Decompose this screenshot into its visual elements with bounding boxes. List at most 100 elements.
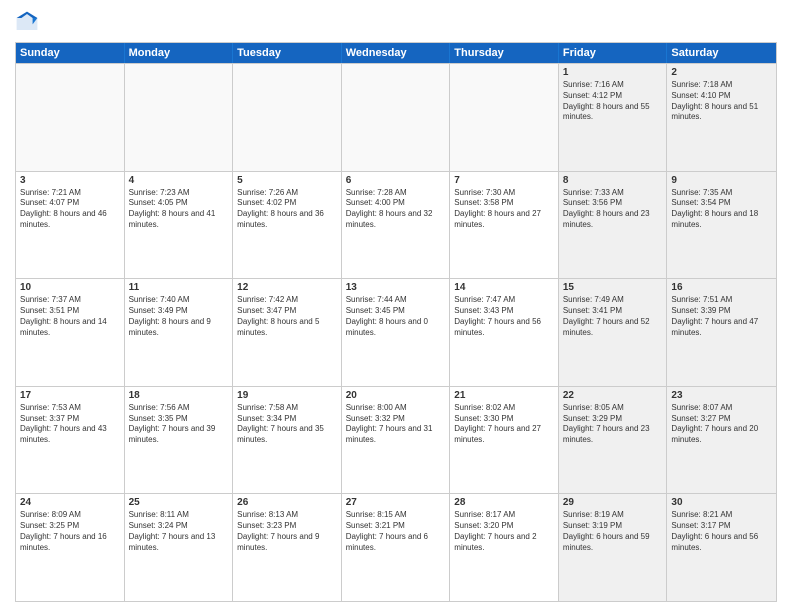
day-info: Sunrise: 8:00 AM Sunset: 3:32 PM Dayligh…	[346, 403, 446, 446]
day-number: 7	[454, 175, 554, 186]
day-info: Sunrise: 8:21 AM Sunset: 3:17 PM Dayligh…	[671, 510, 772, 553]
day-number: 1	[563, 67, 663, 78]
page: SundayMondayTuesdayWednesdayThursdayFrid…	[0, 0, 792, 612]
day-cell-26: 26 Sunrise: 8:13 AM Sunset: 3:23 PM Dayli…	[233, 494, 342, 601]
day-number: 12	[237, 282, 337, 293]
day-cell-8: 8 Sunrise: 7:33 AM Sunset: 3:56 PM Daylig…	[559, 172, 668, 279]
day-cell-25: 25 Sunrise: 8:11 AM Sunset: 3:24 PM Dayli…	[125, 494, 234, 601]
day-info: Sunrise: 7:16 AM Sunset: 4:12 PM Dayligh…	[563, 80, 663, 123]
day-cell-20: 20 Sunrise: 8:00 AM Sunset: 3:32 PM Dayli…	[342, 387, 451, 494]
day-number: 21	[454, 390, 554, 401]
day-number: 4	[129, 175, 229, 186]
day-cell-10: 10 Sunrise: 7:37 AM Sunset: 3:51 PM Dayli…	[16, 279, 125, 386]
day-info: Sunrise: 7:47 AM Sunset: 3:43 PM Dayligh…	[454, 295, 554, 338]
day-number: 30	[671, 497, 772, 508]
day-cell-4: 4 Sunrise: 7:23 AM Sunset: 4:05 PM Daylig…	[125, 172, 234, 279]
day-cell-15: 15 Sunrise: 7:49 AM Sunset: 3:41 PM Dayli…	[559, 279, 668, 386]
day-cell-12: 12 Sunrise: 7:42 AM Sunset: 3:47 PM Dayli…	[233, 279, 342, 386]
empty-cell	[125, 64, 234, 171]
day-cell-5: 5 Sunrise: 7:26 AM Sunset: 4:02 PM Daylig…	[233, 172, 342, 279]
day-info: Sunrise: 7:40 AM Sunset: 3:49 PM Dayligh…	[129, 295, 229, 338]
day-info: Sunrise: 8:11 AM Sunset: 3:24 PM Dayligh…	[129, 510, 229, 553]
day-info: Sunrise: 8:09 AM Sunset: 3:25 PM Dayligh…	[20, 510, 120, 553]
empty-cell	[16, 64, 125, 171]
empty-cell	[450, 64, 559, 171]
day-cell-30: 30 Sunrise: 8:21 AM Sunset: 3:17 PM Dayli…	[667, 494, 776, 601]
day-cell-23: 23 Sunrise: 8:07 AM Sunset: 3:27 PM Dayli…	[667, 387, 776, 494]
day-cell-7: 7 Sunrise: 7:30 AM Sunset: 3:58 PM Daylig…	[450, 172, 559, 279]
day-info: Sunrise: 7:30 AM Sunset: 3:58 PM Dayligh…	[454, 188, 554, 231]
day-number: 27	[346, 497, 446, 508]
day-number: 6	[346, 175, 446, 186]
day-number: 19	[237, 390, 337, 401]
weekday-header-thursday: Thursday	[450, 43, 559, 63]
day-number: 17	[20, 390, 120, 401]
weekday-header-friday: Friday	[559, 43, 668, 63]
day-number: 16	[671, 282, 772, 293]
calendar-header: SundayMondayTuesdayWednesdayThursdayFrid…	[16, 43, 776, 63]
calendar-row-0: 1 Sunrise: 7:16 AM Sunset: 4:12 PM Daylig…	[16, 63, 776, 171]
day-number: 14	[454, 282, 554, 293]
day-cell-14: 14 Sunrise: 7:47 AM Sunset: 3:43 PM Dayli…	[450, 279, 559, 386]
calendar-row-1: 3 Sunrise: 7:21 AM Sunset: 4:07 PM Daylig…	[16, 171, 776, 279]
day-info: Sunrise: 7:35 AM Sunset: 3:54 PM Dayligh…	[671, 188, 772, 231]
day-info: Sunrise: 7:28 AM Sunset: 4:00 PM Dayligh…	[346, 188, 446, 231]
weekday-header-tuesday: Tuesday	[233, 43, 342, 63]
day-number: 2	[671, 67, 772, 78]
day-number: 18	[129, 390, 229, 401]
day-info: Sunrise: 7:18 AM Sunset: 4:10 PM Dayligh…	[671, 80, 772, 123]
calendar: SundayMondayTuesdayWednesdayThursdayFrid…	[15, 42, 777, 602]
day-number: 10	[20, 282, 120, 293]
day-number: 3	[20, 175, 120, 186]
weekday-header-saturday: Saturday	[667, 43, 776, 63]
logo	[15, 10, 41, 34]
day-cell-2: 2 Sunrise: 7:18 AM Sunset: 4:10 PM Daylig…	[667, 64, 776, 171]
day-number: 11	[129, 282, 229, 293]
empty-cell	[342, 64, 451, 171]
logo-icon	[15, 10, 39, 34]
day-number: 24	[20, 497, 120, 508]
day-info: Sunrise: 8:19 AM Sunset: 3:19 PM Dayligh…	[563, 510, 663, 553]
day-info: Sunrise: 7:33 AM Sunset: 3:56 PM Dayligh…	[563, 188, 663, 231]
day-number: 8	[563, 175, 663, 186]
day-info: Sunrise: 7:49 AM Sunset: 3:41 PM Dayligh…	[563, 295, 663, 338]
day-number: 15	[563, 282, 663, 293]
day-cell-29: 29Sunrise: 8:19 AM Sunset: 3:19 PM Dayli…	[559, 494, 668, 601]
day-cell-13: 13 Sunrise: 7:44 AM Sunset: 3:45 PM Dayli…	[342, 279, 451, 386]
day-number: 20	[346, 390, 446, 401]
calendar-row-4: 24 Sunrise: 8:09 AM Sunset: 3:25 PM Dayli…	[16, 493, 776, 601]
day-info: Sunrise: 7:21 AM Sunset: 4:07 PM Dayligh…	[20, 188, 120, 231]
day-info: Sunrise: 8:13 AM Sunset: 3:23 PM Dayligh…	[237, 510, 337, 553]
day-info: Sunrise: 8:07 AM Sunset: 3:27 PM Dayligh…	[671, 403, 772, 446]
day-cell-3: 3 Sunrise: 7:21 AM Sunset: 4:07 PM Daylig…	[16, 172, 125, 279]
day-info: Sunrise: 8:02 AM Sunset: 3:30 PM Dayligh…	[454, 403, 554, 446]
day-info: Sunrise: 7:37 AM Sunset: 3:51 PM Dayligh…	[20, 295, 120, 338]
day-number: 25	[129, 497, 229, 508]
day-number: 23	[671, 390, 772, 401]
day-info: Sunrise: 7:26 AM Sunset: 4:02 PM Dayligh…	[237, 188, 337, 231]
day-cell-21: 21 Sunrise: 8:02 AM Sunset: 3:30 PM Dayli…	[450, 387, 559, 494]
day-info: Sunrise: 7:23 AM Sunset: 4:05 PM Dayligh…	[129, 188, 229, 231]
day-info: Sunrise: 7:44 AM Sunset: 3:45 PM Dayligh…	[346, 295, 446, 338]
day-cell-1: 1 Sunrise: 7:16 AM Sunset: 4:12 PM Daylig…	[559, 64, 668, 171]
day-cell-24: 24 Sunrise: 8:09 AM Sunset: 3:25 PM Dayli…	[16, 494, 125, 601]
calendar-body: 1 Sunrise: 7:16 AM Sunset: 4:12 PM Daylig…	[16, 63, 776, 601]
day-number: 26	[237, 497, 337, 508]
day-cell-28: 28 Sunrise: 8:17 AM Sunset: 3:20 PM Dayli…	[450, 494, 559, 601]
day-info: Sunrise: 7:51 AM Sunset: 3:39 PM Dayligh…	[671, 295, 772, 338]
day-number: 13	[346, 282, 446, 293]
day-cell-16: 16 Sunrise: 7:51 AM Sunset: 3:39 PM Dayli…	[667, 279, 776, 386]
day-cell-18: 18Sunrise: 7:56 AM Sunset: 3:35 PM Dayli…	[125, 387, 234, 494]
day-number: 5	[237, 175, 337, 186]
day-info: Sunrise: 7:42 AM Sunset: 3:47 PM Dayligh…	[237, 295, 337, 338]
day-cell-27: 27 Sunrise: 8:15 AM Sunset: 3:21 PM Dayli…	[342, 494, 451, 601]
day-info: Sunrise: 7:58 AM Sunset: 3:34 PM Dayligh…	[237, 403, 337, 446]
day-info: Sunrise: 8:15 AM Sunset: 3:21 PM Dayligh…	[346, 510, 446, 553]
empty-cell	[233, 64, 342, 171]
day-number: 28	[454, 497, 554, 508]
day-info: Sunrise: 8:17 AM Sunset: 3:20 PM Dayligh…	[454, 510, 554, 553]
day-cell-22: 22Sunrise: 8:05 AM Sunset: 3:29 PM Dayli…	[559, 387, 668, 494]
day-cell-6: 6 Sunrise: 7:28 AM Sunset: 4:00 PM Daylig…	[342, 172, 451, 279]
day-cell-19: 19 Sunrise: 7:58 AM Sunset: 3:34 PM Dayli…	[233, 387, 342, 494]
day-number: 9	[671, 175, 772, 186]
